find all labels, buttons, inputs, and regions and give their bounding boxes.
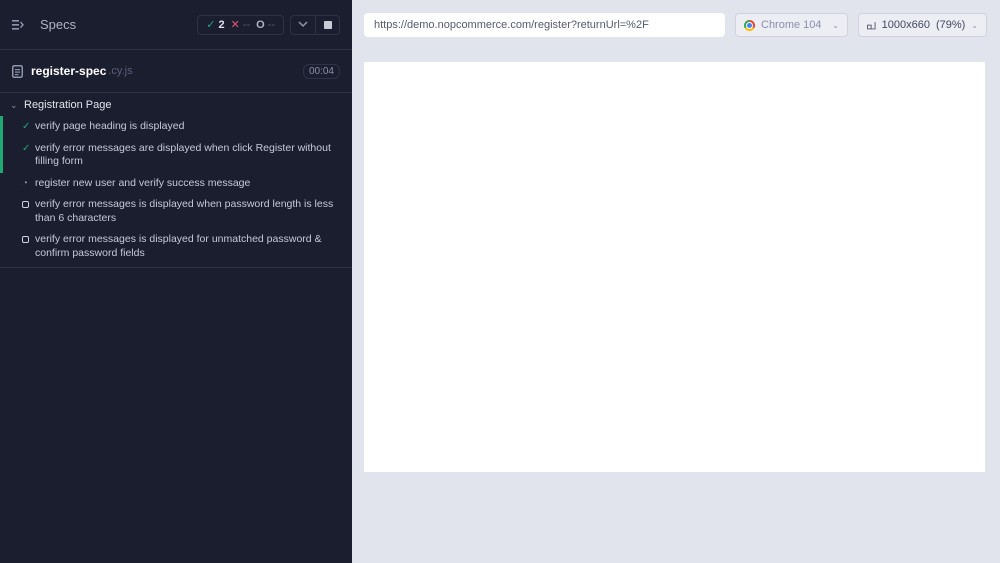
x-icon: ✕ [230, 19, 240, 31]
reporter-panel: Specs ✓ 2 ✕ -- O -- register-spec .cy.js 0 [0, 0, 352, 563]
suite-header[interactable]: ⌄ Registration Page [0, 94, 352, 116]
spec-duration: 00:04 [302, 63, 340, 79]
browser-selector[interactable]: Chrome 104 ⌄ [735, 13, 848, 37]
aut-panel: https://demo.nopcommerce.com/register?re… [352, 0, 1000, 563]
viewport-info[interactable]: 1000x660 (79%) ⌄ [858, 13, 987, 37]
stop-button[interactable] [315, 15, 339, 34]
chevron-down-icon: ⌄ [832, 20, 839, 30]
file-icon [12, 64, 23, 78]
aut-iframe[interactable] [364, 62, 985, 472]
passed-count: ✓ 2 [206, 18, 225, 32]
queued-icon [22, 236, 29, 243]
pending-count: O -- [256, 18, 275, 31]
test-item[interactable]: verify error messages is displayed when … [0, 194, 352, 229]
spec-name: register-spec [31, 64, 107, 78]
checkmark-icon: ✓ [22, 142, 31, 154]
specs-label-text: Specs [40, 17, 77, 32]
checkmark-icon: ✓ [206, 19, 216, 31]
test-item[interactable]: ✓ verify error messages are displayed wh… [0, 137, 352, 173]
test-title: register new user and verify success mes… [35, 176, 251, 189]
reporter-header: Specs ✓ 2 ✕ -- O -- [0, 0, 352, 50]
test-title: verify error messages is displayed when … [35, 198, 334, 224]
suite: ⌄ Registration Page ✓ verify page headin… [0, 94, 352, 268]
stop-icon [323, 20, 332, 29]
url-field[interactable]: https://demo.nopcommerce.com/register?re… [364, 13, 725, 37]
test-title: verify page heading is displayed [35, 120, 185, 132]
auto-scroll-button[interactable] [291, 16, 315, 34]
chrome-icon [744, 19, 755, 31]
viewport-zoom: (79%) [935, 19, 966, 31]
spinner-icon: O [256, 18, 265, 31]
chevron-down-icon [298, 21, 308, 28]
failed-count: ✕ -- [230, 18, 251, 32]
viewport-icon [867, 21, 876, 29]
run-controls [290, 14, 340, 35]
chevron-down-icon: ⌄ [10, 99, 18, 110]
test-item[interactable]: ✓ verify page heading is displayed [0, 116, 352, 138]
test-stats: ✓ 2 ✕ -- O -- [197, 14, 284, 35]
test-item[interactable]: ◔ register new user and verify success m… [0, 173, 352, 195]
spec-file-row[interactable]: register-spec .cy.js 00:04 [0, 50, 352, 93]
specs-toggle-icon [12, 19, 24, 30]
test-title: verify error messages is displayed for u… [35, 233, 322, 259]
test-item[interactable]: verify error messages is displayed for u… [0, 229, 352, 264]
suite-title: Registration Page [24, 99, 112, 111]
specs-toggle-button[interactable]: Specs [12, 17, 76, 32]
spec-extension: .cy.js [108, 65, 133, 77]
browser-label: Chrome 104 [761, 19, 822, 31]
aut-header: https://demo.nopcommerce.com/register?re… [352, 0, 1000, 50]
spinner-icon: ◔ [22, 177, 29, 189]
viewport-size: 1000x660 [881, 19, 930, 31]
test-title: verify error messages are displayed when… [35, 141, 331, 168]
queued-icon [22, 201, 29, 208]
chevron-down-icon: ⌄ [971, 20, 978, 30]
checkmark-icon: ✓ [22, 121, 31, 132]
